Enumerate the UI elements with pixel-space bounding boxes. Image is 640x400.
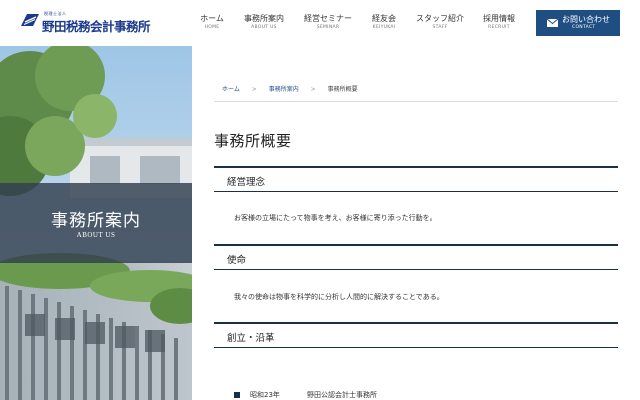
section-heading-history: 創立・沿革 xyxy=(214,322,618,348)
contact-label: お問い合わせ xyxy=(562,15,610,24)
nav-keiyukai-label: 経友会 xyxy=(372,14,396,23)
breadcrumb: ホーム > 事務所案内 > 事務所概要 xyxy=(222,84,368,93)
breadcrumb-current: 事務所概要 xyxy=(327,86,358,93)
section-heading-label: 創立・沿革 xyxy=(227,333,275,344)
hero-subtitle: ABOUT US xyxy=(76,231,116,239)
breadcrumb-separator: > xyxy=(310,86,316,93)
nav-recruit-label: 採用情報 xyxy=(483,14,515,23)
nav-staff-en: STAFF xyxy=(432,25,448,30)
contact-button[interactable]: お問い合わせ CONTACT xyxy=(536,10,620,36)
history-year: 昭和23年 xyxy=(250,391,280,399)
nav-about-label: 事務所案内 xyxy=(244,14,284,23)
contact-en: CONTACT xyxy=(572,25,596,30)
breadcrumb-separator: > xyxy=(251,86,257,93)
nav-keiyukai-en: KEIYUKAI xyxy=(372,25,396,30)
site-logo[interactable]: 税理士法人 野田税務会計事務所 xyxy=(20,10,151,34)
nav-staff[interactable]: スタッフ紹介 STAFF xyxy=(415,14,465,31)
hero-title: 事務所案内 xyxy=(51,211,141,231)
nav-about-en: ABOUT US xyxy=(251,25,277,30)
nav-staff-label: スタッフ紹介 xyxy=(416,14,464,23)
nav-home[interactable]: ホーム HOME xyxy=(199,14,225,31)
nav-recruit[interactable]: 採用情報 RECRUIT xyxy=(482,14,516,31)
section-heading-label: 経営理念 xyxy=(227,177,266,188)
breadcrumb-divider xyxy=(214,101,618,102)
section-heading-philosophy: 経営理念 xyxy=(214,166,618,192)
logo-mark-icon xyxy=(21,14,39,26)
nav-keiyukai[interactable]: 経友会 KEIYUKAI xyxy=(371,14,397,31)
breadcrumb-home[interactable]: ホーム xyxy=(222,86,240,93)
logo-main-text: 野田税務会計事務所 xyxy=(42,19,151,34)
section-text-philosophy: お客様の立場にたって物事を考え、お客様に寄り添った行動を。 xyxy=(234,214,437,222)
breadcrumb-about[interactable]: 事務所案内 xyxy=(269,86,299,93)
nav-home-en: HOME xyxy=(204,25,220,30)
mail-icon xyxy=(547,19,558,27)
hero-image: 事務所案内 ABOUT US xyxy=(0,46,192,400)
section-heading-mission: 使命 xyxy=(214,244,618,270)
nav-recruit-en: RECRUIT xyxy=(488,25,510,30)
nav-seminar[interactable]: 経営セミナー SEMINAR xyxy=(303,14,353,31)
history-bullet xyxy=(234,392,240,398)
nav-home-label: ホーム xyxy=(200,14,224,23)
nav-seminar-en: SEMINAR xyxy=(316,25,340,30)
nav-seminar-label: 経営セミナー xyxy=(304,14,352,23)
section-text-mission: 我々の使命は物事を科学的に分析し人間的に解決することである。 xyxy=(234,293,444,301)
history-event: 野田公認会計士事務所 xyxy=(307,391,377,399)
site-header: 税理士法人 野田税務会計事務所 ホーム HOME 事務所案内 ABOUT US … xyxy=(0,0,640,46)
section-heading-label: 使命 xyxy=(227,255,247,266)
page-title: 事務所概要 xyxy=(214,132,292,150)
nav-about[interactable]: 事務所案内 ABOUT US xyxy=(243,14,285,31)
